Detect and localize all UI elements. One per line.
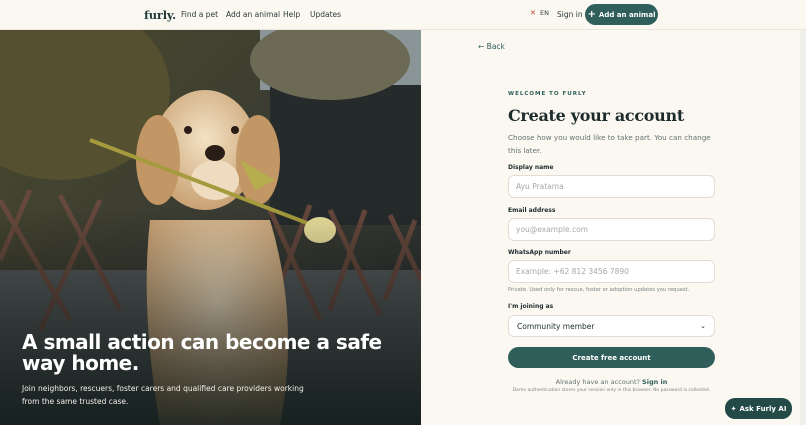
already-text: Already have an account? bbox=[555, 378, 640, 386]
language-label: EN bbox=[540, 9, 549, 17]
create-account-button[interactable]: Create free account bbox=[508, 347, 715, 368]
email-label: Email address bbox=[508, 207, 556, 214]
ask-furly-ai-button[interactable]: ✦ Ask Furly AI bbox=[725, 398, 792, 419]
hero-subtitle: Join neighbors, rescuers, foster carers … bbox=[22, 384, 304, 406]
welcome-eyebrow: WELCOME TO FURLY bbox=[508, 91, 587, 97]
language-flag-icon: ✕ bbox=[530, 8, 536, 17]
email-placeholder: you@example.com bbox=[516, 225, 588, 234]
whatsapp-input[interactable]: Example: +62 812 3456 7890 bbox=[508, 260, 715, 283]
page-title: Create your account bbox=[508, 106, 684, 125]
display-name-input[interactable]: Ayu Pratama bbox=[508, 175, 715, 198]
ask-furly-ai-label: Ask Furly AI bbox=[739, 404, 787, 413]
add-an-animal-button[interactable]: + Add an animal bbox=[585, 4, 658, 25]
nav-find-a-pet[interactable]: Find a pet bbox=[181, 10, 218, 19]
email-input[interactable]: you@example.com bbox=[508, 218, 715, 241]
sign-in-form-link[interactable]: Sign in bbox=[642, 378, 667, 386]
add-an-animal-button-label: Add an animal bbox=[598, 10, 656, 19]
nav-help[interactable]: Help bbox=[283, 10, 300, 19]
joining-as-select[interactable]: Community member ⌄ bbox=[508, 315, 715, 337]
demo-auth-note: Demo authentication stores your session … bbox=[512, 388, 711, 393]
page-description: Choose how you would like to take part. … bbox=[508, 133, 711, 155]
sparkle-icon: ✦ bbox=[730, 404, 737, 413]
whatsapp-hint: Private. Used only for rescue, foster or… bbox=[508, 287, 690, 293]
whatsapp-label: WhatsApp number bbox=[508, 249, 571, 256]
joining-as-value: Community member bbox=[517, 321, 595, 331]
nav-add-an-animal[interactable]: Add an animal bbox=[226, 10, 280, 19]
furly-logo[interactable]: furly. bbox=[144, 8, 176, 22]
top-navigation-bar: furly. Find a pet Add an animal Help Upd… bbox=[0, 0, 806, 30]
hero-image-panel: A small action can become a safe way hom… bbox=[0, 30, 421, 425]
already-have-account: Already have an account? Sign in bbox=[508, 378, 715, 386]
chevron-down-icon: ⌄ bbox=[700, 322, 706, 330]
nav-updates[interactable]: Updates bbox=[310, 10, 341, 19]
whatsapp-placeholder: Example: +62 812 3456 7890 bbox=[516, 267, 629, 276]
joining-as-label: I'm joining as bbox=[508, 303, 554, 310]
display-name-label: Display name bbox=[508, 164, 554, 171]
hero-title: A small action can become a safe way hom… bbox=[22, 330, 382, 375]
display-name-placeholder: Ayu Pratama bbox=[516, 182, 564, 191]
plus-icon: + bbox=[587, 8, 596, 20]
scrollbar[interactable] bbox=[800, 30, 806, 425]
language-switcher[interactable]: ✕ EN bbox=[530, 9, 549, 17]
sign-in-link[interactable]: Sign in bbox=[557, 10, 583, 19]
back-link[interactable]: ← Back bbox=[478, 42, 505, 51]
